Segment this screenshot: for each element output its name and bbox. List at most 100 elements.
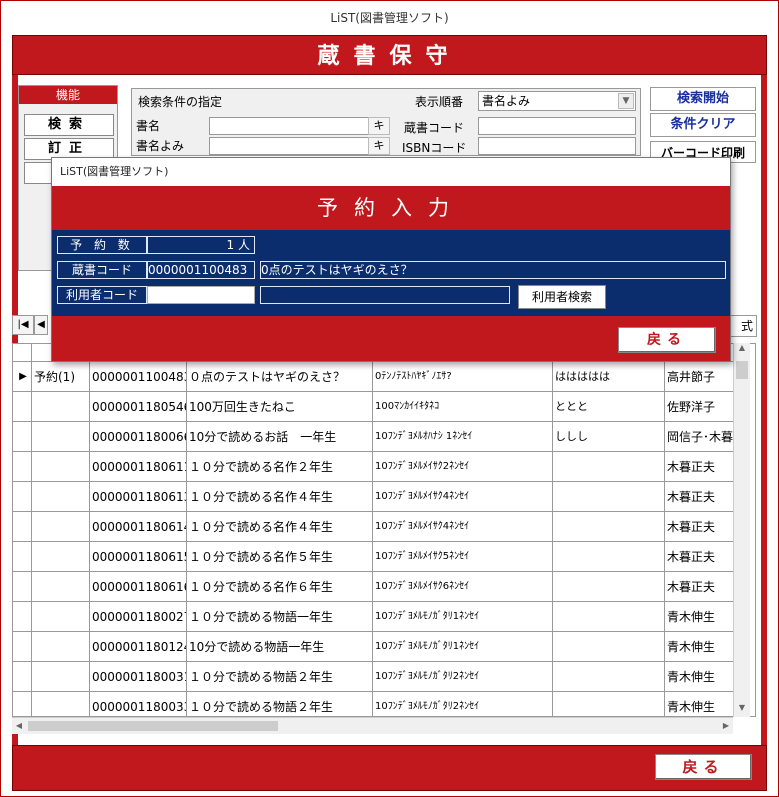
reserve-cell	[32, 482, 90, 512]
table-row[interactable]: 0000001180611 １０分で読める名作２年生 10ﾌﾝﾃﾞﾖﾒﾙﾒｲｻｸ2ﾈ…	[13, 452, 743, 482]
right-border	[761, 75, 767, 745]
title-cell: ０点のテストはヤギのえさ？	[187, 362, 373, 392]
dialog-body: 予 約 数 1 人 蔵書コード 0000001100483 0点のテストはヤギの…	[52, 230, 730, 316]
sub-cell	[553, 572, 665, 602]
header-cell	[13, 344, 32, 362]
dialog-collection-code-value: 0000001100483	[147, 261, 255, 279]
window-title: LiST(図書管理ソフト)	[330, 11, 449, 25]
search-function-button[interactable]: 検索	[24, 114, 114, 136]
scroll-up-icon[interactable]: ▲	[734, 343, 750, 357]
clear-conditions-button[interactable]: 条件クリア	[650, 113, 756, 137]
table-row[interactable]: 0000001180546 100万回生きたねこ 100ﾏﾝｶｲｲｷﾀﾈｺ ととと 佐野…	[13, 392, 743, 422]
row-selector	[13, 452, 32, 482]
reserve-cell	[32, 452, 90, 482]
reserve-cell	[32, 632, 90, 662]
scroll-thumb[interactable]	[28, 721, 278, 731]
sort-select[interactable]: 書名よみ ▼	[478, 91, 636, 111]
reading-cell: 10ﾌﾝﾃﾞﾖﾒﾙﾓﾉｶﾞﾀﾘ2ﾈﾝｾｲ	[373, 662, 553, 692]
sub-cell: ははははは	[553, 362, 665, 392]
row-selector	[13, 692, 32, 716]
sub-cell: ししし	[553, 422, 665, 452]
reserve-cell	[32, 602, 90, 632]
search-section-label: 検索条件の指定	[138, 95, 223, 109]
reading-cell: 10ﾌﾝﾃﾞﾖﾒﾙﾒｲｻｸ5ﾈﾝｾｲ	[373, 542, 553, 572]
reading-cell: 0ﾃﾝﾉﾃｽﾄﾊﾔｷﾞﾉｴｻ?	[373, 362, 553, 392]
author-cell: 佐野洋子	[665, 392, 743, 422]
title-cell: １０分で読める名作６年生	[187, 572, 373, 602]
author-cell: 木暮正夫	[665, 452, 743, 482]
author-cell: 高井節子	[665, 362, 743, 392]
dialog-collection-code-label: 蔵書コード	[57, 261, 147, 279]
function-header: 機能	[19, 86, 117, 104]
user-search-button[interactable]: 利用者検索	[518, 285, 606, 309]
reading-cell: 10ﾌﾝﾃﾞﾖﾒﾙﾒｲｻｸ2ﾈﾝｾｲ	[373, 452, 553, 482]
reading-cell: 10ﾌﾝﾃﾞﾖﾒﾙﾓﾉｶﾞﾀﾘ2ﾈﾝｾｲ	[373, 692, 553, 716]
title-input[interactable]	[209, 117, 369, 135]
author-cell: 木暮正夫	[665, 542, 743, 572]
back-button[interactable]: 戻る	[655, 754, 752, 780]
table-row[interactable]: 0000001180615 １０分で読める名作５年生 10ﾌﾝﾃﾞﾖﾒﾙﾒｲｻｸ5ﾈ…	[13, 542, 743, 572]
dialog-title: 予約入力	[317, 196, 465, 220]
page-title: 蔵書保守	[317, 43, 462, 69]
table-row[interactable]: ▶ 予約(1) 0000001100483 ０点のテストはヤギのえさ？ 0ﾃﾝﾉﾃｽﾄﾊ…	[13, 362, 743, 392]
title-reading-keyboard-button[interactable]: キ	[368, 137, 390, 155]
table-row[interactable]: 0000001180066 10分で読めるお話 一年生 10ﾌﾝﾃﾞﾖﾒﾙｵﾊﾅｼ …	[13, 422, 743, 452]
vertical-scrollbar[interactable]: ▲ ▼	[733, 343, 750, 717]
sub-cell	[553, 662, 665, 692]
reserve-cell	[32, 692, 90, 716]
scroll-down-icon[interactable]: ▼	[734, 703, 750, 717]
sort-select-value: 書名よみ	[482, 94, 531, 108]
row-selector	[13, 572, 32, 602]
table-row[interactable]: 0000001180033 １０分で読める物語２年生 10ﾌﾝﾃﾞﾖﾒﾙﾓﾉｶﾞﾀﾘ…	[13, 692, 743, 716]
author-cell: 岡信子･木暮	[665, 422, 743, 452]
dialog-back-button[interactable]: 戻る	[618, 327, 716, 353]
isbn-input[interactable]	[478, 137, 636, 155]
search-start-button[interactable]: 検索開始	[650, 87, 756, 111]
collection-code-label: 蔵書コード	[404, 121, 465, 135]
table-row[interactable]: 0000001180027 １０分で読める物語一年生 10ﾌﾝﾃﾞﾖﾒﾙﾓﾉｶﾞﾀﾘ…	[13, 602, 743, 632]
row-selector	[13, 482, 32, 512]
collection-code-input[interactable]	[478, 117, 636, 135]
scroll-left-icon[interactable]: ◀	[12, 718, 26, 734]
author-cell: 木暮正夫	[665, 572, 743, 602]
reserve-cell	[32, 392, 90, 422]
sub-cell	[553, 512, 665, 542]
code-cell: 0000001180611	[90, 452, 187, 482]
title-cell: 10分で読めるお話 一年生	[187, 422, 373, 452]
title-label: 書名	[136, 119, 161, 133]
title-cell: １０分で読める名作４年生	[187, 482, 373, 512]
user-code-label: 利用者コード	[57, 286, 147, 304]
first-record-icon[interactable]: |◀	[12, 315, 34, 335]
author-cell: 青木伸生	[665, 662, 743, 692]
scroll-thumb[interactable]	[736, 361, 748, 379]
prev-record-icon[interactable]: ◀	[34, 315, 48, 335]
code-cell: 0000001180066	[90, 422, 187, 452]
chevron-down-icon[interactable]: ▼	[618, 93, 634, 109]
sort-label: 表示順番	[415, 95, 464, 109]
row-selector	[13, 662, 32, 692]
table-row[interactable]: 0000001180613 １０分で読める名作４年生 10ﾌﾝﾃﾞﾖﾒﾙﾒｲｻｸ4ﾈ…	[13, 482, 743, 512]
reading-cell: 10ﾌﾝﾃﾞﾖﾒﾙﾓﾉｶﾞﾀﾘ1ﾈﾝｾｲ	[373, 632, 553, 662]
table-row[interactable]: 0000001180614 １０分で読める名作４年生 10ﾌﾝﾃﾞﾖﾒﾙﾒｲｻｸ4ﾈ…	[13, 512, 743, 542]
table-row[interactable]: 0000001180124 10分で読める物語一年生 10ﾌﾝﾃﾞﾖﾒﾙﾓﾉｶﾞﾀﾘ…	[13, 632, 743, 662]
banner: 蔵書保守	[12, 35, 767, 75]
sub-cell: ととと	[553, 392, 665, 422]
user-code-input[interactable]	[147, 286, 255, 304]
code-cell: 0000001100483	[90, 362, 187, 392]
sub-cell	[553, 452, 665, 482]
scroll-right-icon[interactable]: ▶	[719, 718, 733, 734]
sub-cell	[553, 482, 665, 512]
table-row[interactable]: 0000001180616 １０分で読める名作６年生 10ﾌﾝﾃﾞﾖﾒﾙﾒｲｻｸ6ﾈ…	[13, 572, 743, 602]
code-cell: 0000001180124	[90, 632, 187, 662]
dialog-book-title-value: 0点のテストはヤギのえさ？	[260, 261, 726, 279]
horizontal-scrollbar[interactable]: ◀ ▶	[12, 717, 733, 734]
reservation-dialog: LiST(図書管理ソフト) 予約入力 予 約 数 1 人 蔵書コード 00000…	[51, 157, 731, 362]
dialog-banner: 予約入力	[52, 186, 730, 230]
title-cell: １０分で読める物語一年生	[187, 602, 373, 632]
reserve-cell	[32, 662, 90, 692]
title-reading-input[interactable]	[209, 137, 369, 155]
table-row[interactable]: 0000001180031 １０分で読める物語２年生 10ﾌﾝﾃﾞﾖﾒﾙﾓﾉｶﾞﾀﾘ…	[13, 662, 743, 692]
reading-cell: 10ﾌﾝﾃﾞﾖﾒﾙﾒｲｻｸ4ﾈﾝｾｲ	[373, 512, 553, 542]
title-keyboard-button[interactable]: キ	[368, 117, 390, 135]
title-cell: １０分で読める物語２年生	[187, 662, 373, 692]
